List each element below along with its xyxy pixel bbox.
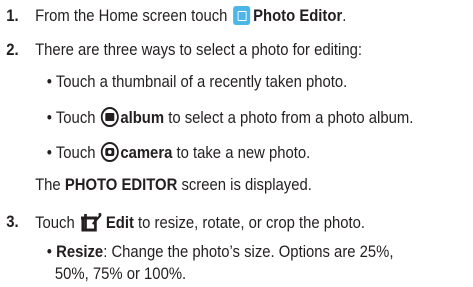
step-3-bullet-1-cont: 50%, 75% or 100%. — [54, 265, 187, 283]
bullet-1-text: Touch a thumbnail of a recently taken ph… — [55, 73, 348, 91]
resize-label: Resize — [56, 243, 104, 261]
bullet-3-post: to take a new photo. — [172, 144, 311, 162]
photo-editor-label: Photo Editor — [253, 7, 343, 25]
bullet: • — [46, 144, 53, 162]
photo-editor-screen-label: PHOTO EDITOR — [64, 176, 178, 194]
step-2-bullet-1: • Touch a thumbnail of a recently taken … — [47, 72, 347, 92]
camera-icon — [100, 142, 119, 162]
step-3-number: 3. — [6, 213, 19, 231]
after-post: screen is displayed. — [177, 176, 312, 194]
album-label: album — [120, 109, 165, 127]
resize-desc-line-1: : Change the photo’s size. Options are 2… — [103, 243, 394, 261]
step-3-post: to resize, rotate, or crop the photo. — [133, 214, 366, 232]
step-2-text: There are three ways to select a photo f… — [35, 41, 362, 59]
bullet-3-pre: Touch — [55, 144, 100, 162]
bullet-2-post: to select a photo from a photo album. — [164, 109, 414, 127]
step-3-text: Touch Edit to resize, rotate, or crop th… — [35, 212, 365, 233]
instruction-document: 1. From the Home screen touch Photo Edit… — [0, 0, 426, 287]
step-1-post: . — [342, 7, 347, 25]
step-1-pre: From the Home screen touch — [35, 7, 232, 25]
edit-label: Edit — [105, 214, 134, 232]
album-icon — [100, 107, 119, 127]
bullet: • — [46, 243, 53, 261]
step-2-number: 2. — [6, 41, 19, 59]
camera-label: camera — [120, 144, 173, 162]
step-1-text: From the Home screen touch Photo Editor. — [35, 6, 346, 26]
edit-icon — [80, 212, 102, 232]
bullet: • — [46, 109, 53, 127]
step-2-after: The PHOTO EDITOR screen is displayed. — [35, 175, 312, 195]
step-2-bullet-2: • Touch album to select a photo from a p… — [47, 107, 414, 128]
step-3-bullet-1: • Resize: Change the photo’s size. Optio… — [47, 242, 394, 262]
bullet-2-pre: Touch — [55, 109, 100, 127]
photo-editor-app-icon — [233, 6, 251, 25]
step-1-number: 1. — [6, 7, 19, 25]
step-3-pre: Touch — [35, 214, 79, 232]
step-2-bullet-3: • Touch camera to take a new photo. — [47, 142, 310, 163]
bullet: • — [46, 73, 53, 91]
after-pre: The — [35, 176, 65, 194]
